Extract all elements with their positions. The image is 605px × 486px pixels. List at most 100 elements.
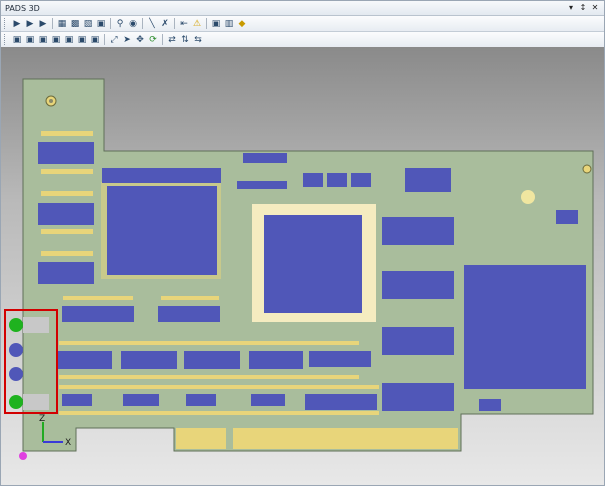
- probe-icon[interactable]: ✗: [159, 18, 171, 30]
- mirror-icon[interactable]: ⇆: [192, 34, 204, 46]
- ic-chip: [123, 394, 159, 406]
- led-component: [9, 367, 23, 381]
- pad-row: [59, 411, 379, 415]
- pad-row: [63, 296, 133, 300]
- bga-large: [464, 265, 586, 389]
- view-front-icon[interactable]: ▣: [63, 34, 75, 46]
- bga-chip-core: [264, 215, 362, 313]
- print-icon[interactable]: ▦: [56, 18, 68, 30]
- toolbar-separator: [142, 18, 143, 29]
- flip-horizontal-icon[interactable]: ⇄: [166, 34, 178, 46]
- ic-chip: [303, 173, 323, 187]
- open-icon[interactable]: ▶: [11, 18, 23, 30]
- save-icon[interactable]: ▶: [24, 18, 36, 30]
- toolbar-separator: [206, 18, 207, 29]
- mounting-hole: [49, 99, 53, 103]
- window-controls: ▾ ↕ ✕: [566, 3, 604, 13]
- pan-icon[interactable]: ✥: [134, 34, 146, 46]
- window-title: PADS 3D: [5, 3, 40, 13]
- toolbar-separator: [110, 18, 111, 29]
- ic-chip: [305, 394, 377, 410]
- led-component: [9, 395, 23, 409]
- ic-chip: [158, 306, 220, 322]
- ic-chip: [38, 262, 94, 284]
- toolbar-grip[interactable]: [4, 34, 8, 45]
- ic-chip: [249, 351, 303, 369]
- led-component: [9, 318, 23, 332]
- view-left-icon[interactable]: ▣: [37, 34, 49, 46]
- qfp-chip: [107, 186, 217, 275]
- ic-chip: [186, 394, 216, 406]
- zoom-fit-icon[interactable]: ⤢: [108, 34, 120, 46]
- ic-chip: [309, 351, 371, 367]
- find-icon[interactable]: ◉: [127, 18, 139, 30]
- ic-chip: [479, 399, 501, 411]
- rotate-icon[interactable]: ⟳: [147, 34, 159, 46]
- ic-chip: [237, 181, 287, 189]
- ic-chip: [62, 394, 92, 406]
- render-icon[interactable]: ▥: [223, 18, 235, 30]
- toolbar-separator: [162, 34, 163, 45]
- ic-chip: [38, 142, 94, 164]
- close-icon[interactable]: ✕: [590, 3, 600, 13]
- fiducial: [521, 190, 535, 204]
- ic-chip: [38, 203, 94, 225]
- align-icon[interactable]: ⇤: [178, 18, 190, 30]
- qfp-header: [102, 168, 221, 183]
- ic-chip: [243, 153, 287, 163]
- x-axis-label: X: [65, 438, 71, 448]
- board-icon[interactable]: ▣: [95, 18, 107, 30]
- ic-chip: [351, 173, 371, 187]
- view-bottom-icon[interactable]: ▣: [24, 34, 36, 46]
- layers-icon[interactable]: ◆: [236, 18, 248, 30]
- led-component: [9, 343, 23, 357]
- z-axis-label: Z: [39, 414, 45, 424]
- origin-marker: [19, 452, 27, 460]
- zoom-icon[interactable]: ⚲: [114, 18, 126, 30]
- pad-row: [59, 385, 379, 389]
- pad-row: [41, 131, 93, 136]
- camera-icon[interactable]: ▣: [210, 18, 222, 30]
- export-icon[interactable]: ▶: [37, 18, 49, 30]
- toolbar-view: ▣ ▣ ▣ ▣ ▣ ▣ ▣ ⤢ ➤ ✥ ⟳ ⇄ ⇅ ⇆: [1, 32, 604, 48]
- warning-icon[interactable]: ⚠: [191, 18, 203, 30]
- ic-chip: [382, 271, 454, 299]
- ic-chip: [58, 351, 112, 369]
- view-top-icon[interactable]: ▣: [11, 34, 23, 46]
- toolbar-grip[interactable]: [4, 18, 8, 29]
- ic-chip: [251, 394, 285, 406]
- view-back-icon[interactable]: ▣: [76, 34, 88, 46]
- toolbar-separator: [52, 18, 53, 29]
- copy-icon[interactable]: ▩: [69, 18, 81, 30]
- select-icon[interactable]: ➤: [121, 34, 133, 46]
- pad-row: [59, 375, 359, 379]
- mounting-hole: [582, 164, 592, 174]
- paste-icon[interactable]: ▧: [82, 18, 94, 30]
- toolbar-separator: [104, 34, 105, 45]
- ic-chip: [405, 168, 451, 192]
- connector-body: [23, 394, 49, 410]
- edge-connector: [176, 428, 226, 449]
- pad-row: [41, 251, 93, 256]
- pad-row: [41, 169, 93, 174]
- 3d-viewport[interactable]: Z X: [1, 47, 604, 485]
- pad-row: [41, 229, 93, 234]
- pad-row: [41, 191, 93, 196]
- ic-chip: [382, 383, 454, 411]
- dropdown-icon[interactable]: ▾: [566, 3, 576, 13]
- measure-icon[interactable]: ╲: [146, 18, 158, 30]
- connector-body: [23, 317, 49, 333]
- ic-chip: [184, 351, 240, 369]
- edge-connector: [233, 428, 458, 449]
- ic-chip: [556, 210, 578, 224]
- flip-vertical-icon[interactable]: ⇅: [179, 34, 191, 46]
- ic-chip: [121, 351, 177, 369]
- pad-row: [59, 341, 359, 345]
- view-right-icon[interactable]: ▣: [50, 34, 62, 46]
- toolbar-separator: [174, 18, 175, 29]
- pin-icon[interactable]: ↕: [578, 3, 588, 13]
- ic-chip: [327, 173, 347, 187]
- view-iso-icon[interactable]: ▣: [89, 34, 101, 46]
- pads-3d-window: PADS 3D ▾ ↕ ✕ ▶ ▶ ▶ ▦ ▩ ▧ ▣ ⚲ ◉ ╲ ✗ ⇤ ⚠ …: [0, 0, 605, 486]
- pad-row: [161, 296, 219, 300]
